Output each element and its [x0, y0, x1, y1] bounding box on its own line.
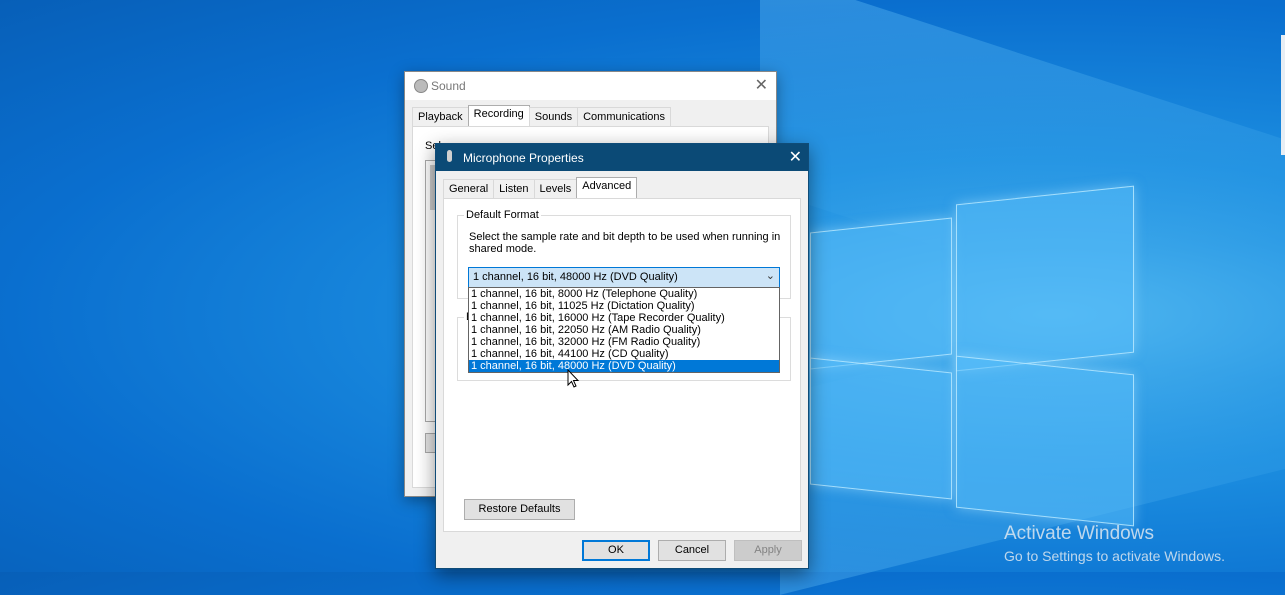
chevron-down-icon[interactable]: ⌄ [766, 269, 775, 282]
tab-general[interactable]: General [443, 179, 495, 198]
format-option-selected[interactable]: 1 channel, 16 bit, 48000 Hz (DVD Quality… [469, 360, 779, 372]
mic-close-button[interactable]: ✕ [789, 147, 802, 167]
ok-button[interactable]: OK [582, 540, 650, 561]
tab-sounds[interactable]: Sounds [528, 107, 579, 126]
tab-recording[interactable]: Recording [467, 105, 530, 126]
mic-title: Microphone Properties [463, 151, 584, 165]
default-format-select[interactable]: 1 channel, 16 bit, 48000 Hz (DVD Quality… [468, 267, 780, 288]
format-option[interactable]: 1 channel, 16 bit, 44100 Hz (CD Quality) [469, 348, 779, 360]
cancel-button[interactable]: Cancel [658, 540, 726, 561]
restore-defaults-button[interactable]: Restore Defaults [464, 499, 575, 520]
windows-logo [810, 185, 1135, 527]
format-option[interactable]: 1 channel, 16 bit, 16000 Hz (Tape Record… [469, 312, 779, 324]
activate-windows-subtitle: Go to Settings to activate Windows. [1004, 548, 1225, 564]
activate-windows-title: Activate Windows [1004, 523, 1154, 544]
advanced-tab-panel: Default Format Select the sample rate an… [443, 198, 801, 532]
default-format-selected-value: 1 channel, 16 bit, 48000 Hz (DVD Quality… [473, 271, 678, 283]
tab-listen[interactable]: Listen [493, 179, 535, 198]
desktop-edge-strip [1281, 35, 1285, 155]
default-format-description: Select the sample rate and bit depth to … [469, 231, 781, 255]
tab-playback[interactable]: Playback [412, 107, 469, 126]
logo-pane-tr [956, 185, 1134, 372]
default-format-title: Default Format [464, 209, 541, 221]
format-option[interactable]: 1 channel, 16 bit, 32000 Hz (FM Radio Qu… [469, 336, 779, 348]
tab-communications[interactable]: Communications [577, 107, 672, 126]
sound-close-button[interactable]: ✕ [755, 75, 768, 95]
mic-titlebar[interactable]: Microphone Properties ✕ [436, 144, 808, 171]
format-dropdown-list[interactable]: 1 channel, 16 bit, 8000 Hz (Telephone Qu… [468, 287, 780, 373]
logo-pane-br [956, 355, 1134, 527]
logo-pane-tl [810, 217, 952, 370]
format-option[interactable]: 1 channel, 16 bit, 11025 Hz (Dictation Q… [469, 300, 779, 312]
microphone-properties-dialog: Microphone Properties ✕ General Listen L… [435, 143, 809, 569]
mouse-cursor-icon [567, 369, 580, 388]
tab-levels[interactable]: Levels [533, 179, 578, 198]
microphone-icon [447, 150, 452, 162]
format-option[interactable]: 1 channel, 16 bit, 22050 Hz (AM Radio Qu… [469, 324, 779, 336]
tab-advanced[interactable]: Advanced [576, 177, 638, 198]
logo-pane-bl [810, 357, 952, 500]
sound-tabs: Playback Recording Sounds Communications [412, 105, 672, 126]
sound-titlebar[interactable]: Sound ✕ [405, 72, 776, 100]
format-option[interactable]: 1 channel, 16 bit, 8000 Hz (Telephone Qu… [469, 288, 779, 300]
apply-button[interactable]: Apply [734, 540, 802, 561]
speaker-icon [414, 79, 428, 93]
sound-title: Sound [431, 79, 466, 93]
mic-tabs: General Listen Levels Advanced [443, 177, 638, 198]
